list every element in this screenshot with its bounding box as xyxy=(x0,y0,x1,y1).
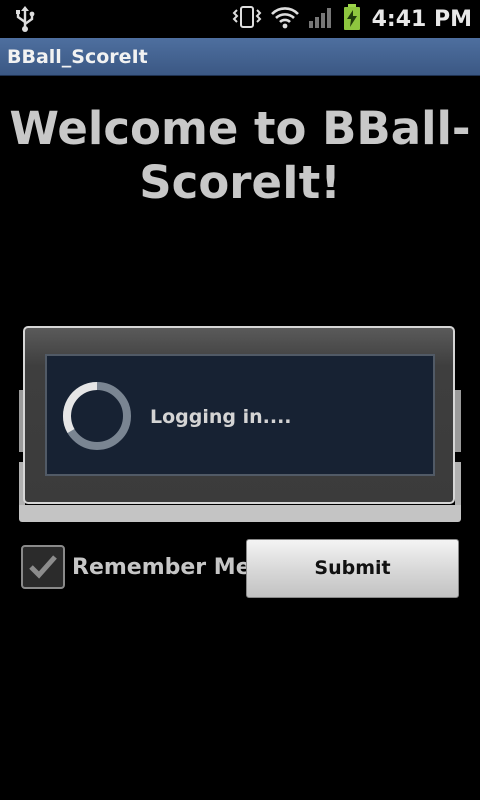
app-title: BBall_ScoreIt xyxy=(7,46,148,68)
app-title-bar: BBall_ScoreIt xyxy=(0,38,480,76)
remember-me-checkbox[interactable] xyxy=(21,545,65,589)
checkmark-icon xyxy=(29,555,57,579)
remember-me-label[interactable]: Remember Me xyxy=(72,555,251,580)
usb-icon xyxy=(14,6,36,36)
progress-dialog: Logging in.... xyxy=(23,326,455,504)
progress-dialog-body: Logging in.... xyxy=(45,354,435,476)
password-field[interactable] xyxy=(19,505,461,522)
signal-icon xyxy=(308,5,342,33)
loading-spinner-icon xyxy=(61,380,133,456)
status-bar: 4:41 PM xyxy=(0,0,480,38)
welcome-heading: Welcome to BBall-ScoreIt! xyxy=(9,102,471,209)
username-field-edge xyxy=(455,390,461,452)
wifi-icon xyxy=(270,5,308,33)
submit-button[interactable]: Submit xyxy=(246,539,459,598)
status-time: 4:41 PM xyxy=(371,6,472,32)
loading-message: Logging in.... xyxy=(150,406,292,428)
vibrate-icon xyxy=(232,5,270,33)
battery-charging-icon xyxy=(342,3,370,35)
